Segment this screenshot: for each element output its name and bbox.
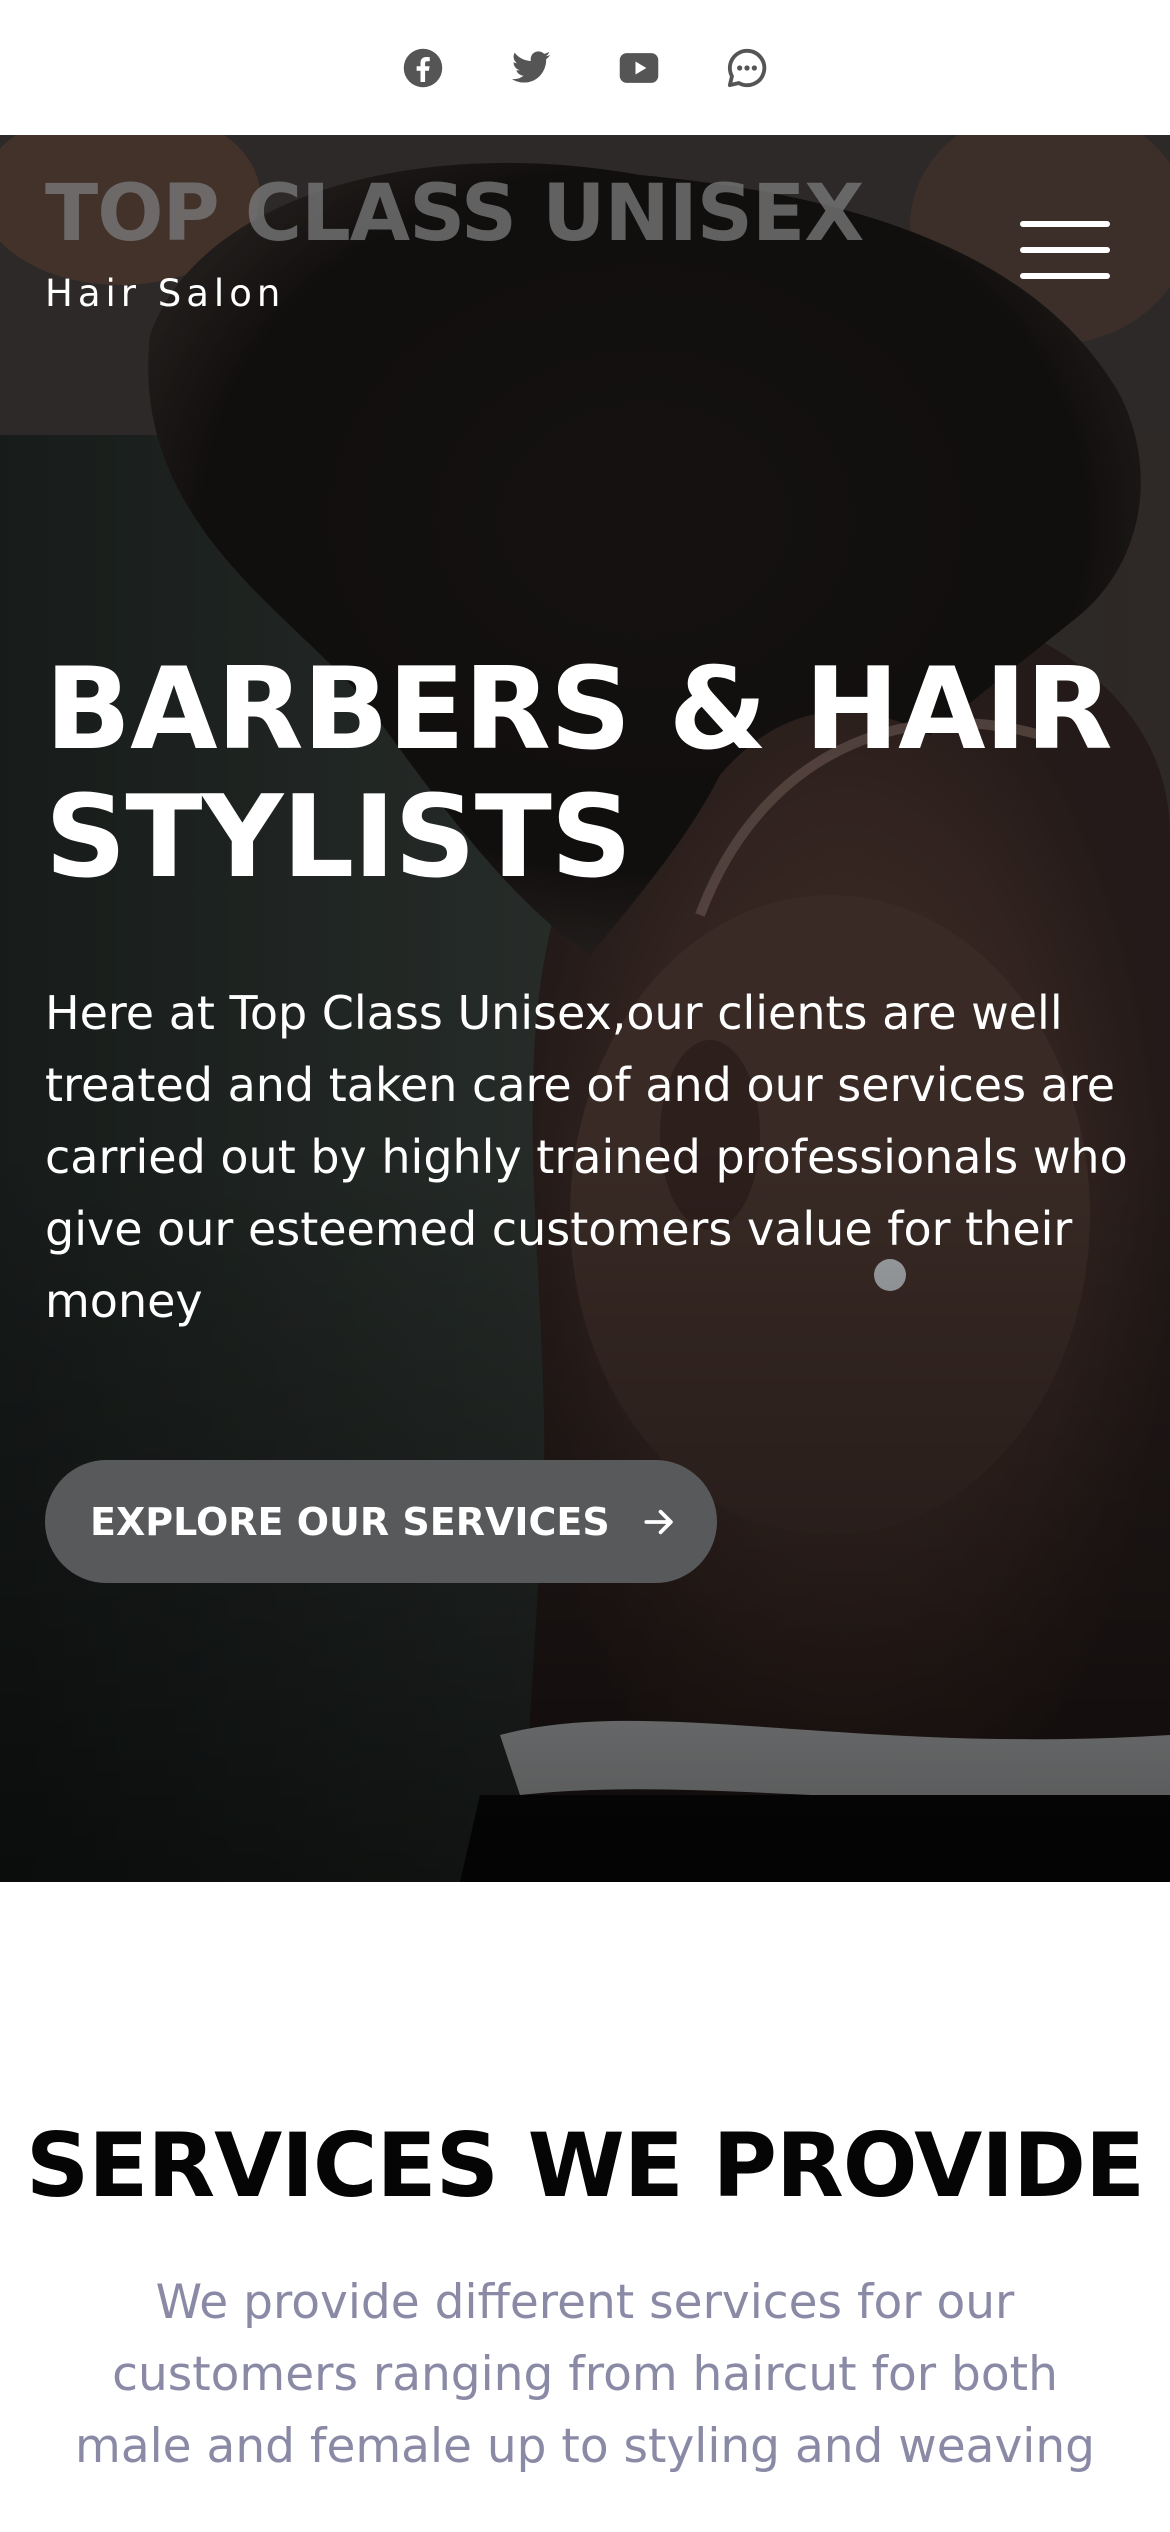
menu-bar xyxy=(1020,247,1110,253)
facebook-icon[interactable] xyxy=(402,47,444,89)
services-section: SERVICES WE PROVIDE We provide different… xyxy=(0,1882,1170,2532)
hero-section: TOP CLASS UNISEX Hair Salon BARBERS & HA… xyxy=(0,135,1170,1882)
services-title: SERVICES WE PROVIDE xyxy=(25,2114,1145,2217)
menu-bar xyxy=(1020,273,1110,279)
chat-icon[interactable] xyxy=(726,47,768,89)
brand-name: TOP CLASS UNISEX xyxy=(45,169,864,259)
explore-services-label: EXPLORE OUR SERVICES xyxy=(90,1499,610,1544)
social-bar xyxy=(0,0,1170,135)
explore-services-button[interactable]: EXPLORE OUR SERVICES xyxy=(45,1460,717,1583)
brand[interactable]: TOP CLASS UNISEX Hair Salon xyxy=(45,169,864,315)
youtube-icon[interactable] xyxy=(618,47,660,89)
services-description: We provide different services for our cu… xyxy=(75,2275,1095,2474)
twitter-icon[interactable] xyxy=(510,47,552,89)
hero-title-line-2: STYLISTS xyxy=(45,771,632,903)
hero-title: BARBERS & HAIR STYLISTS xyxy=(45,645,1135,901)
menu-bar xyxy=(1020,221,1110,227)
hamburger-menu-icon[interactable] xyxy=(1020,221,1110,279)
brand-tagline: Hair Salon xyxy=(45,272,286,315)
hero-title-line-1: BARBERS & HAIR xyxy=(45,643,1113,775)
arrow-right-icon xyxy=(640,1503,678,1541)
hero-description: Here at Top Class Unisex,our clients are… xyxy=(45,986,1128,1328)
